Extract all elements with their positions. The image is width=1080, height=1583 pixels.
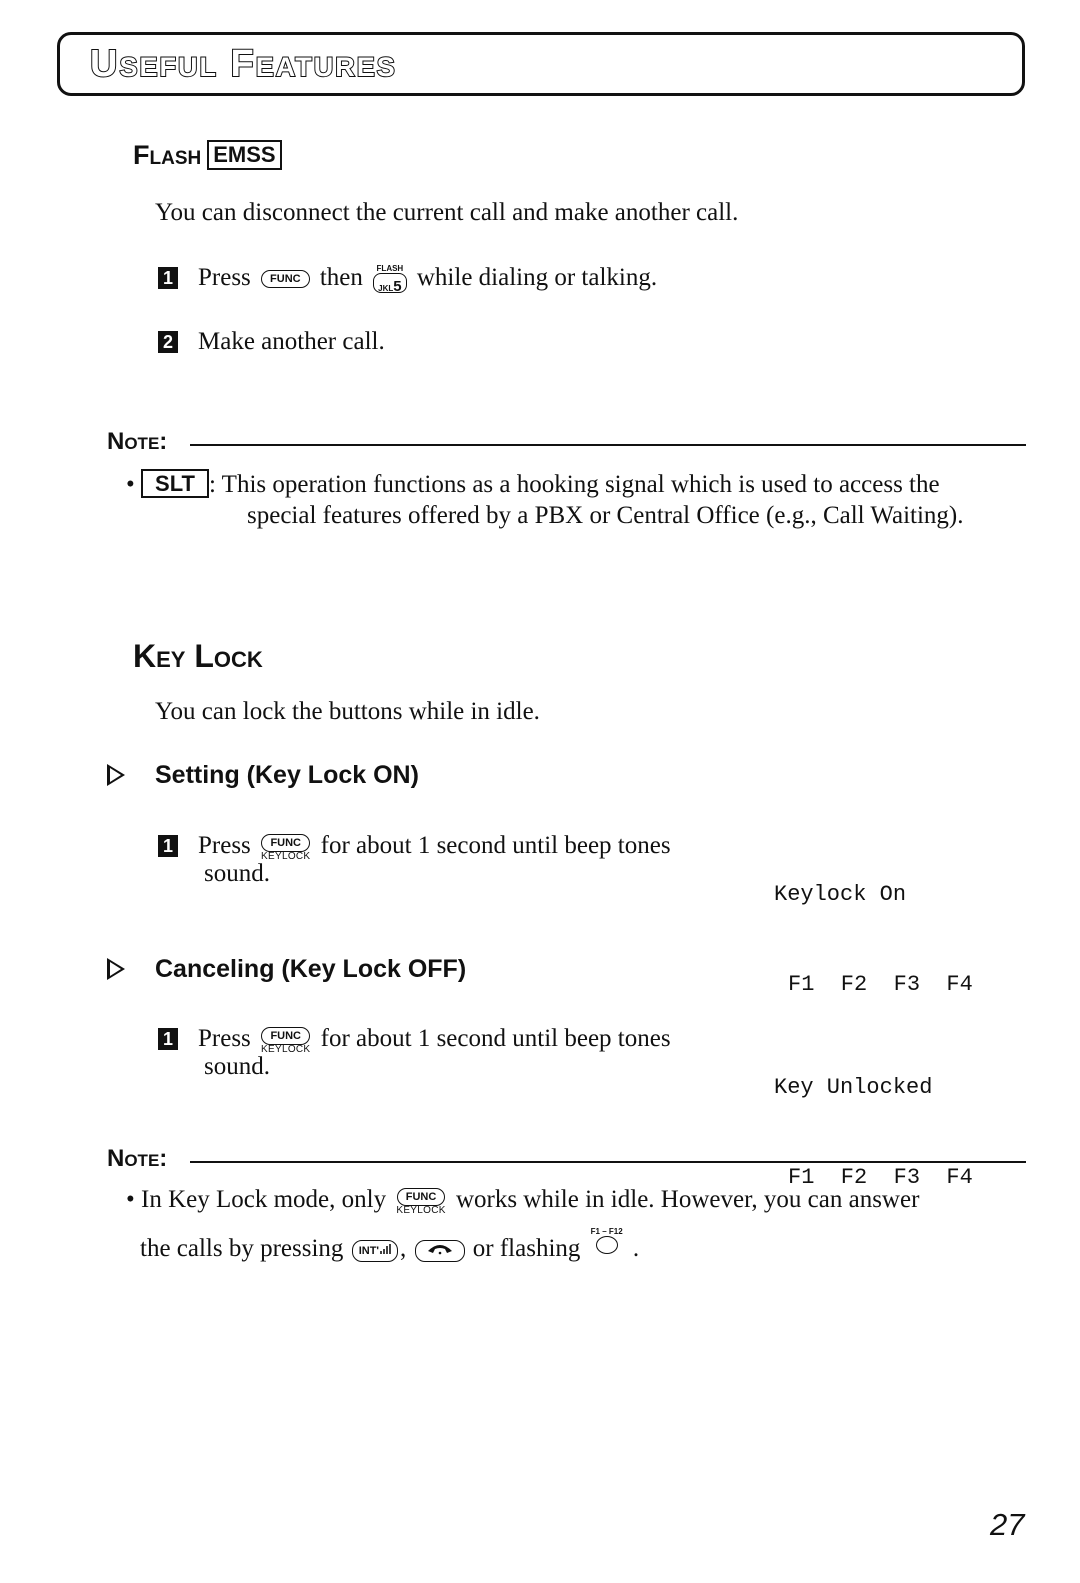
canceling-step-1-cont: sound. xyxy=(204,1053,270,1080)
flexible-button-label: F1 – F12 xyxy=(590,1227,623,1236)
flash-title: Flash xyxy=(133,140,202,170)
step-text: Press xyxy=(198,1025,251,1052)
canceling-heading-text: Canceling (Key Lock OFF) xyxy=(155,955,467,983)
note-text: In Key Lock mode, only xyxy=(141,1186,387,1213)
func-key-icon: FUNC xyxy=(261,270,310,288)
func-key-label: FUNC xyxy=(261,834,310,852)
canceling-step-1: 1 Press FUNC KEYLOCK for about 1 second u… xyxy=(158,1019,671,1055)
step-number: 1 xyxy=(158,1028,178,1050)
keylock-note-line-1: • In Key Lock mode, only FUNC KEYLOCK wo… xyxy=(126,1180,1046,1216)
keylock-key-label: KEYLOCK xyxy=(396,1205,446,1216)
talk-handset-key-icon xyxy=(414,1240,465,1262)
func-keylock-key-icon: FUNC KEYLOCK xyxy=(261,826,310,862)
note-divider xyxy=(190,444,1026,446)
key-letters: JKL xyxy=(378,284,394,293)
step-text: Press xyxy=(198,832,251,859)
step-text: for about 1 second until beep tones xyxy=(320,832,671,859)
setting-step-1: 1 Press FUNC KEYLOCK for about 1 second u… xyxy=(158,826,671,862)
intercom-key-label: INT' xyxy=(358,1245,380,1257)
intercom-key-icon: INT' xyxy=(351,1240,399,1262)
flash-key-label: FLASH xyxy=(376,264,404,273)
note-text: or flashing xyxy=(472,1235,581,1262)
flexible-button-icon: F1 – F12 xyxy=(591,1228,623,1259)
comma: , xyxy=(400,1235,407,1262)
setting-heading-text: Setting (Key Lock ON) xyxy=(155,761,419,789)
emss-tag: EMSS xyxy=(207,140,282,170)
note-text: works while in idle. However, you can an… xyxy=(455,1186,920,1213)
key-digit: 5 xyxy=(393,278,402,295)
func-key-label: FUNC xyxy=(261,1027,310,1045)
note-text: the calls by pressing xyxy=(140,1235,344,1262)
flash-section-title: Flash EMSS xyxy=(133,140,282,171)
flash-intro: You can disconnect the current call and … xyxy=(155,199,739,226)
triangle-pointer-icon xyxy=(107,958,125,980)
step-number: 2 xyxy=(158,331,178,353)
note-divider xyxy=(190,1161,1026,1163)
keylock-intro: You can lock the buttons while in idle. xyxy=(155,698,540,725)
triangle-pointer-icon xyxy=(107,764,125,786)
page-header-title: Useful Features xyxy=(89,42,397,86)
page-number: 27 xyxy=(990,1507,1025,1542)
flash-note-item: • SLT: This operation functions as a hoo… xyxy=(126,469,1036,501)
step-number: 1 xyxy=(158,835,178,857)
step-text: while dialing or talking. xyxy=(416,264,658,291)
flash-5-key-icon: FLASH JKL5 xyxy=(373,264,407,296)
func-key-label: FUNC xyxy=(396,1188,446,1206)
flash-step-1: 1 Press FUNC then FLASH JKL5 while dialin… xyxy=(158,262,657,296)
keylock-section-title: Key Lock xyxy=(133,638,263,674)
flash-step-2: 2 Make another call. xyxy=(158,326,385,358)
header-banner: Useful Features xyxy=(57,32,1025,96)
step-text: Press xyxy=(198,264,251,291)
lcd-line-1: Keylock On xyxy=(774,882,907,907)
func-keylock-key-icon: FUNC KEYLOCK xyxy=(396,1180,445,1216)
step-text: then xyxy=(319,264,363,291)
step-text: Make another call. xyxy=(198,328,385,355)
step-number: 1 xyxy=(158,267,178,289)
flash-note-line-2: special features offered by a PBX or Cen… xyxy=(247,502,964,529)
period: . xyxy=(632,1235,640,1262)
lcd-line-1: Key Unlocked xyxy=(774,1075,933,1100)
setting-heading: Setting (Key Lock ON) xyxy=(107,760,419,790)
bullet: • xyxy=(126,1186,135,1213)
note-label: Note: xyxy=(107,1145,168,1172)
lcd-line-2: F1 F2 F3 F4 xyxy=(788,972,973,997)
slt-tag: SLT xyxy=(141,469,209,498)
note-label: Note: xyxy=(107,428,168,455)
lcd-display-keylock-on: Keylock On F1 F2 F3 F4 xyxy=(774,820,973,1030)
step-text: for about 1 second until beep tones xyxy=(320,1025,671,1052)
func-keylock-key-icon: FUNC KEYLOCK xyxy=(261,1019,310,1055)
bullet: • xyxy=(126,471,135,498)
setting-step-1-cont: sound. xyxy=(204,860,270,887)
keylock-note-line-2: the calls by pressing INT', or flashing … xyxy=(140,1228,639,1265)
canceling-heading: Canceling (Key Lock OFF) xyxy=(107,954,466,984)
note-text: : This operation functions as a hooking … xyxy=(208,471,940,498)
